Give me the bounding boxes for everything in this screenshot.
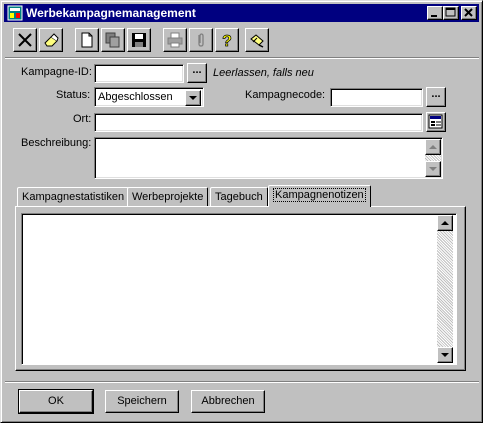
ort-label: Ort: (73, 113, 92, 125)
beschreibung-label: Beschreibung: (21, 137, 92, 149)
scroll-down-icon[interactable] (425, 161, 441, 177)
scroll-up-icon[interactable] (437, 215, 453, 231)
copy-icon (105, 32, 120, 48)
beschreibung-field[interactable] (94, 137, 443, 179)
tab-label: Tagebuch (215, 191, 263, 203)
kampagnecode-field[interactable] (330, 88, 423, 107)
save-disk-icon (132, 33, 146, 47)
close-button[interactable] (461, 6, 477, 20)
edit-button[interactable] (245, 28, 269, 52)
print-button[interactable] (163, 28, 187, 52)
toolbar-divider (5, 57, 479, 59)
scroll-up-icon[interactable] (425, 139, 441, 155)
tab-werbeprojekte[interactable]: Werbeprojekte (127, 187, 209, 207)
cancel-button[interactable]: Abbrechen (191, 390, 265, 413)
app-icon (7, 5, 23, 21)
app-window: Werbekampagnemanagement ? Kampagne-ID: .… (0, 0, 483, 423)
title-bar[interactable]: Werbekampagnemanagement (4, 4, 479, 22)
ok-button[interactable]: OK (18, 389, 94, 414)
kampagnecode-label: Kampagnecode: (245, 89, 326, 101)
close-icon (464, 8, 473, 17)
maximize-icon (445, 7, 456, 17)
new-document-icon (81, 32, 93, 48)
maximize-button[interactable] (443, 6, 459, 20)
eraser-icon (44, 33, 59, 47)
svg-text:?: ? (222, 33, 232, 48)
tab-tagebuch[interactable]: Tagebuch (210, 187, 268, 207)
attach-paperclip-icon (198, 33, 204, 47)
close-record-icon (18, 33, 32, 47)
attach-button[interactable] (189, 28, 213, 52)
save-changes-button[interactable]: Speichern (105, 390, 179, 413)
status-dropdown[interactable]: Abgeschlossen (94, 87, 204, 107)
kampagne-id-browse-button[interactable]: ... (187, 63, 207, 83)
tab-label: Kampagnestatistiken (22, 191, 125, 203)
print-icon (167, 32, 183, 48)
notes-textarea[interactable] (21, 213, 457, 365)
window-title: Werbekampagnemanagement (26, 6, 196, 20)
tab-kampagnenotizen[interactable]: Kampagnenotizen (268, 185, 371, 207)
ort-field[interactable] (94, 113, 423, 132)
notes-scrollbar[interactable] (437, 215, 453, 363)
kampagne-id-hint: Leerlassen, falls neu (213, 67, 314, 79)
chevron-down-icon[interactable] (185, 90, 201, 106)
help-button[interactable]: ? (215, 28, 239, 52)
ort-lookup-button[interactable] (426, 112, 446, 132)
beschreibung-scrollbar[interactable] (425, 139, 441, 177)
minimize-button[interactable] (427, 6, 443, 20)
tab-label: Kampagnenotizen (273, 188, 366, 202)
kampagne-id-field[interactable] (94, 64, 184, 83)
lookup-list-icon (428, 114, 443, 129)
save-button[interactable] (127, 28, 151, 52)
pen-hand-icon (250, 34, 264, 48)
toolbar: ? (5, 25, 479, 59)
new-button[interactable] (75, 28, 99, 52)
status-value: Abgeschlossen (98, 91, 173, 103)
tab-kampagnestatistiken[interactable]: Kampagnestatistiken (17, 187, 130, 207)
kampagne-id-label: Kampagne-ID: (21, 66, 92, 78)
status-label: Status: (56, 89, 91, 101)
eraser-button[interactable] (39, 28, 63, 52)
minimize-icon (431, 15, 437, 17)
help-icon: ? (222, 33, 232, 48)
close-record-button[interactable] (13, 28, 37, 52)
kampagnecode-browse-button[interactable]: ... (426, 87, 446, 107)
copy-button[interactable] (101, 28, 125, 52)
scroll-down-icon[interactable] (437, 347, 453, 363)
bottom-divider (5, 381, 479, 383)
tab-label: Werbeprojekte (132, 191, 204, 203)
